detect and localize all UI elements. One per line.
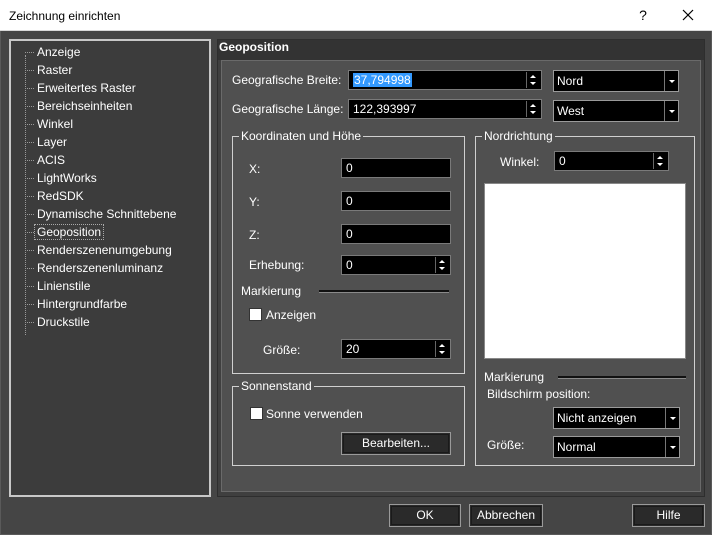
elevation-spinner[interactable] — [435, 257, 449, 273]
chevron-down-icon[interactable] — [664, 71, 678, 91]
elevation-input[interactable]: 0 — [341, 255, 451, 275]
coordinates-group-title: Koordinaten und Höhe — [239, 129, 364, 143]
geoposition-panel: Geoposition Geografische Breite: 37,7949… — [217, 39, 705, 497]
screen-position-value: Nicht anzeigen — [557, 411, 637, 425]
latitude-direction-value: Nord — [557, 74, 584, 88]
elevation-value: 0 — [346, 258, 353, 272]
window-title: Zeichnung einrichten — [9, 9, 121, 23]
north-size-label: Größe: — [487, 438, 525, 452]
z-input[interactable]: 0 — [341, 224, 451, 244]
spin-down-icon[interactable] — [530, 111, 536, 114]
edit-sun-button[interactable]: Bearbeiten... — [341, 432, 451, 455]
tree-item-winkel[interactable]: Winkel — [25, 115, 73, 133]
dialog-body: Anzeige Raster Erweitertes Raster Bereic… — [0, 31, 712, 535]
spin-up-icon[interactable] — [439, 344, 445, 347]
tree-item-raster[interactable]: Raster — [25, 61, 72, 79]
angle-spinner[interactable] — [653, 153, 667, 169]
latitude-input[interactable]: 37,794998 — [348, 70, 542, 90]
show-marker-label: Anzeigen — [266, 308, 317, 322]
tree-item-druckstile[interactable]: Druckstile — [25, 313, 90, 331]
screen-position-label: Bildschirm position: — [487, 387, 591, 401]
tree-item-anzeige[interactable]: Anzeige — [25, 43, 80, 61]
tree-item-redsdk[interactable]: RedSDK — [25, 187, 84, 205]
coords-marker-label: Markierung — [241, 284, 302, 298]
help-icon[interactable]: ? — [631, 4, 655, 26]
z-label: Z: — [249, 228, 260, 242]
tree-item-layer[interactable]: Layer — [25, 133, 67, 151]
title-bar: Zeichnung einrichten ? — [0, 0, 712, 31]
x-input[interactable]: 0 — [341, 158, 451, 178]
north-marker-label: Markierung — [484, 370, 545, 384]
tree-item-acis[interactable]: ACIS — [25, 151, 65, 169]
elevation-label: Erhebung: — [249, 258, 305, 272]
tree-item-bereichseinheiten[interactable]: Bereichseinheiten — [25, 97, 132, 115]
latitude-label: Geografische Breite: — [232, 73, 342, 87]
north-group-title: Nordrichtung — [482, 129, 555, 143]
longitude-label: Geografische Länge: — [232, 102, 344, 116]
spin-down-icon[interactable] — [439, 267, 445, 270]
angle-input[interactable]: 0 — [554, 151, 669, 171]
spin-up-icon[interactable] — [530, 75, 536, 78]
separator — [558, 376, 686, 379]
latitude-spinner[interactable] — [526, 72, 540, 88]
close-icon — [682, 9, 694, 21]
panel-title: Geoposition — [218, 40, 704, 60]
angle-value: 0 — [559, 154, 566, 168]
y-label: Y: — [249, 195, 260, 209]
help-button[interactable]: Hilfe — [632, 504, 705, 527]
screen-position-select[interactable]: Nicht anzeigen — [553, 407, 680, 429]
use-sun-checkbox[interactable] — [250, 407, 263, 420]
marker-size-spinner[interactable] — [435, 341, 449, 357]
use-sun-label: Sonne verwenden — [266, 407, 363, 421]
tree-item-lightworks[interactable]: LightWorks — [25, 169, 97, 187]
tree-item-geoposition[interactable]: Geoposition — [25, 223, 105, 241]
tree-item-linienstile[interactable]: Linienstile — [25, 277, 90, 295]
close-button[interactable] — [672, 3, 704, 27]
ok-button[interactable]: OK — [389, 504, 461, 527]
tree-item-renderszenenluminanz[interactable]: Renderszenenluminanz — [25, 259, 163, 277]
chevron-down-icon[interactable] — [665, 437, 679, 457]
spin-up-icon[interactable] — [439, 260, 445, 263]
chevron-down-icon[interactable] — [664, 101, 678, 121]
tree-item-hintergrundfarbe[interactable]: Hintergrundfarbe — [25, 295, 127, 313]
longitude-direction-select[interactable]: West — [553, 100, 679, 122]
y-input[interactable]: 0 — [341, 191, 451, 211]
sun-position-group: Sonnenstand Sonne verwenden Bearbeiten..… — [232, 379, 465, 466]
x-label: X: — [249, 162, 261, 176]
spin-up-icon[interactable] — [657, 156, 663, 159]
panel-content: Geografische Breite: 37,794998 Nord Geog… — [221, 60, 701, 492]
longitude-input[interactable]: 122,393997 — [348, 99, 542, 119]
latitude-value: 37,794998 — [353, 73, 412, 87]
longitude-value: 122,393997 — [353, 102, 417, 116]
spin-up-icon[interactable] — [530, 104, 536, 107]
tree-item-erweitertes-raster[interactable]: Erweitertes Raster — [25, 79, 136, 97]
spin-down-icon[interactable] — [439, 351, 445, 354]
longitude-spinner[interactable] — [526, 101, 540, 117]
coords-size-label: Größe: — [263, 343, 301, 357]
settings-tree: Anzeige Raster Erweitertes Raster Bereic… — [9, 39, 211, 497]
cancel-button[interactable]: Abbrechen — [469, 504, 543, 527]
longitude-direction-value: West — [557, 104, 585, 118]
sun-group-title: Sonnenstand — [239, 379, 314, 393]
north-direction-group: Nordrichtung Winkel: 0 Markierung Bildsc… — [475, 129, 695, 466]
separator — [319, 290, 449, 293]
coordinates-group: Koordinaten und Höhe X: 0 Y: 0 Z: 0 Erhe… — [232, 129, 465, 374]
angle-label: Winkel: — [500, 155, 540, 169]
tree-item-renderszenenumgebung[interactable]: Renderszenenumgebung — [25, 241, 172, 259]
marker-size-value: 20 — [346, 342, 360, 356]
chevron-down-icon[interactable] — [665, 408, 679, 428]
north-size-value: Normal — [557, 440, 596, 454]
marker-size-input[interactable]: 20 — [341, 339, 451, 359]
north-size-select[interactable]: Normal — [553, 436, 680, 458]
latitude-direction-select[interactable]: Nord — [553, 70, 679, 92]
tree-item-dynamische-schnittebene[interactable]: Dynamische Schnittebene — [25, 205, 176, 223]
spin-down-icon[interactable] — [530, 82, 536, 85]
spin-down-icon[interactable] — [657, 163, 663, 166]
north-preview-canvas — [484, 183, 686, 359]
show-marker-checkbox[interactable] — [249, 308, 262, 321]
